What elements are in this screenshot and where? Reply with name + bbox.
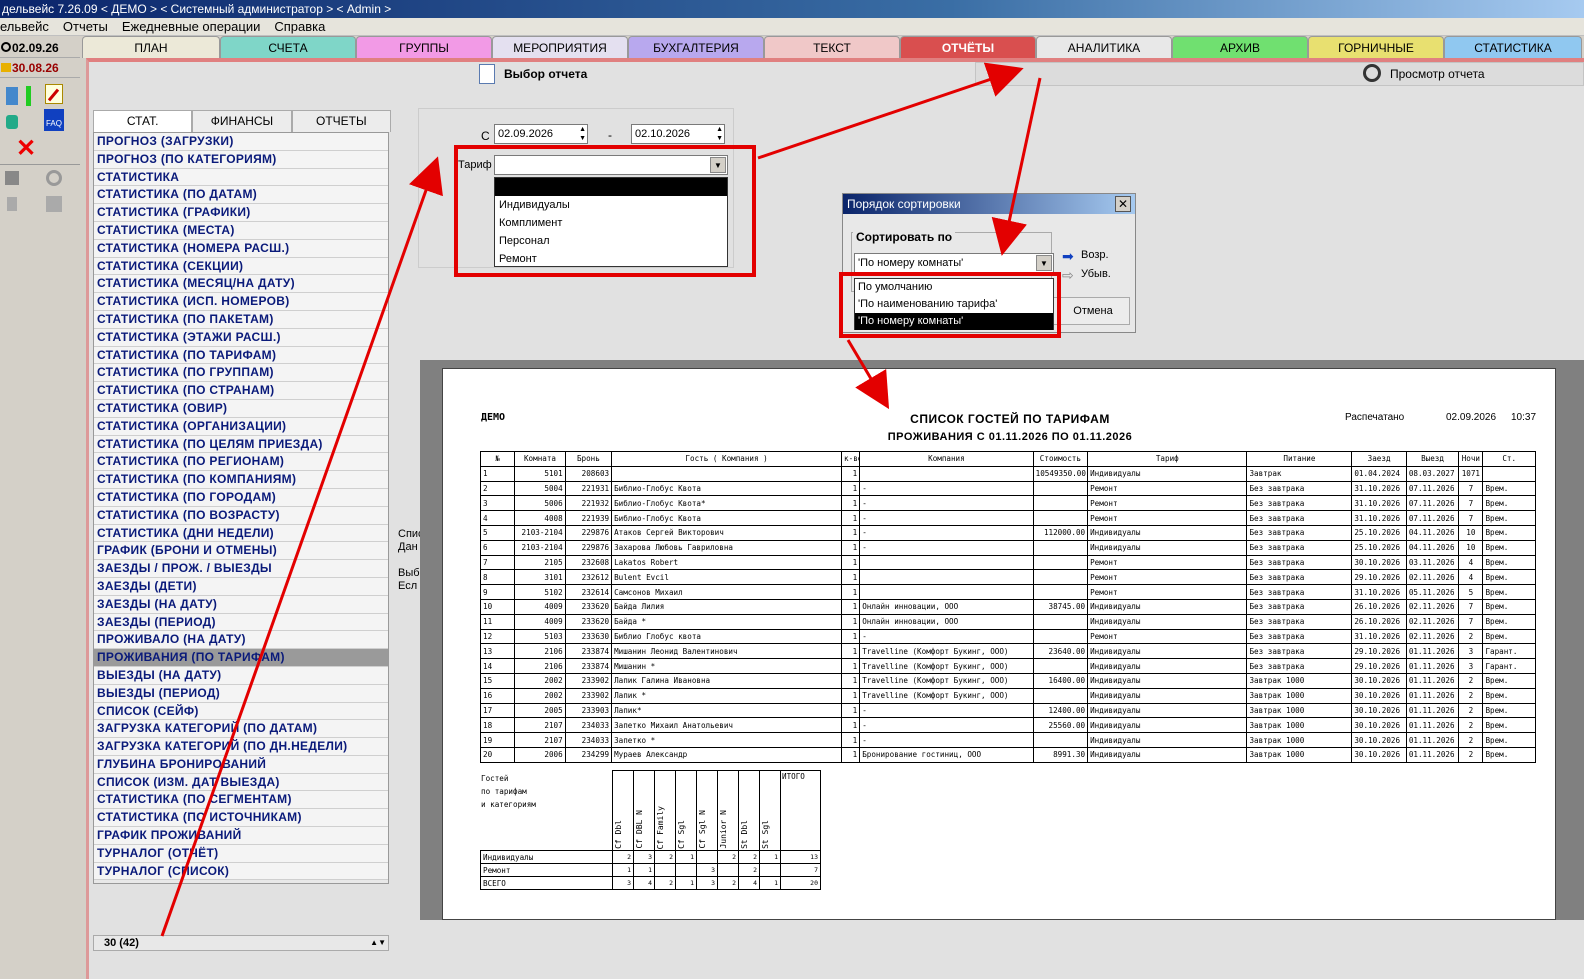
arrow-to-tarif <box>160 156 443 937</box>
annotation-arrows <box>160 62 1042 937</box>
arrow-to-report <box>846 339 890 410</box>
arrow-to-sort <box>991 77 1042 256</box>
arrow-to-preview <box>757 62 1024 160</box>
